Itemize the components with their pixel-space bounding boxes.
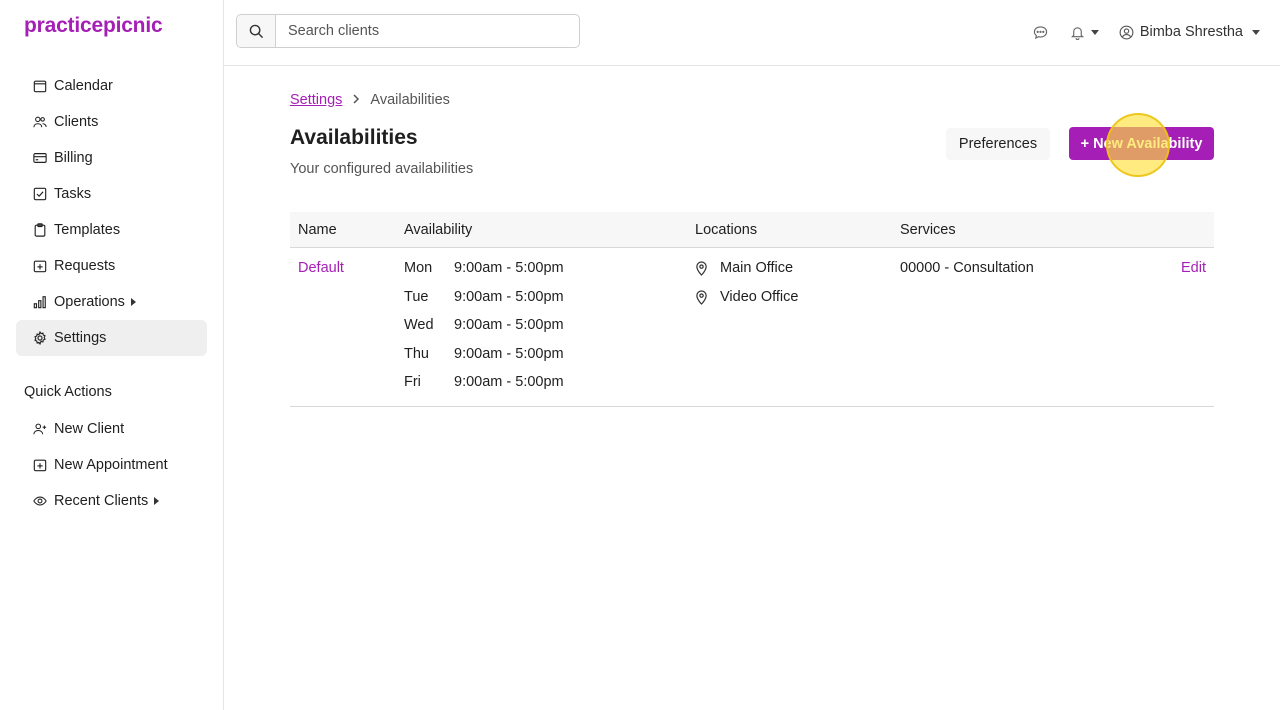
sidebar-item-tasks[interactable]: Tasks (16, 176, 207, 212)
day-hours: 9:00am - 5:00pm (454, 260, 564, 276)
sidebar-item-label: Requests (54, 258, 116, 274)
quick-actions: New Client New Appointment Recent Client… (16, 411, 207, 519)
day-label: Wed (404, 317, 434, 333)
quick-action-recent-clients[interactable]: Recent Clients (16, 483, 207, 519)
breadcrumb-settings-link[interactable]: Settings (290, 92, 342, 108)
bell-icon (1070, 26, 1084, 40)
caret-right-icon (154, 497, 160, 505)
table-row: Default Mon 9:00am - 5:00pm Tue 9:00am -… (290, 248, 1214, 407)
location-name: Video Office (720, 288, 799, 305)
location-item: Main Office (695, 260, 798, 289)
breadcrumb-current: Availabilities (370, 92, 450, 108)
schedule-day: Wed 9:00am - 5:00pm (404, 317, 564, 346)
eye-icon (32, 494, 47, 509)
availabilities-table: Name Availability Locations Services Def… (290, 212, 1214, 407)
search-input[interactable] (276, 15, 579, 47)
column-header-availability: Availability (404, 222, 473, 238)
sidebar-item-settings[interactable]: Settings (16, 320, 207, 356)
notifications-button[interactable] (1070, 25, 1099, 40)
schedule-day: Mon 9:00am - 5:00pm (404, 260, 564, 289)
sidebar-item-label: Operations (54, 294, 125, 310)
sidebar-item-label: Settings (54, 330, 107, 346)
day-label: Thu (404, 345, 429, 362)
user-avatar-icon (1119, 25, 1134, 39)
availability-schedule: Mon 9:00am - 5:00pm Tue 9:00am - 5:00pm … (404, 260, 564, 403)
quick-action-new-client[interactable]: New Client (16, 411, 207, 447)
column-header-name: Name (298, 222, 337, 238)
calendar-plus-icon (32, 458, 47, 473)
credit-card-icon (32, 151, 47, 166)
column-header-services: Services (900, 222, 956, 238)
sidebar-item-label: Billing (54, 150, 93, 166)
sidebar: practicepicnic Calendar Clients Billing … (0, 0, 224, 710)
day-label: Tue (404, 288, 429, 305)
page-subtitle: Your configured availabilities (290, 161, 474, 177)
schedule-day: Fri 9:00am - 5:00pm (404, 374, 564, 403)
preferences-button[interactable]: Preferences (946, 128, 1050, 160)
day-hours: 9:00am - 5:00pm (454, 345, 564, 362)
day-hours: 9:00am - 5:00pm (454, 374, 564, 390)
user-name: Bimba Shrestha (1139, 24, 1243, 40)
sidebar-item-calendar[interactable]: Calendar (16, 68, 207, 104)
sidebar-item-label: Tasks (54, 186, 92, 202)
breadcrumb: Settings Availabilities (290, 92, 450, 108)
availability-name-link[interactable]: Default (298, 260, 344, 276)
schedule-day: Thu 9:00am - 5:00pm (404, 346, 564, 375)
page-title: Availabilities (290, 126, 418, 149)
schedule-day: Tue 9:00am - 5:00pm (404, 289, 564, 318)
day-hours: 9:00am - 5:00pm (454, 317, 564, 333)
sidebar-item-templates[interactable]: Templates (16, 212, 207, 248)
day-label: Fri (404, 374, 421, 390)
map-pin-icon (695, 289, 709, 305)
quick-actions-title: Quick Actions (24, 384, 112, 400)
day-hours: 9:00am - 5:00pm (454, 288, 564, 305)
sidebar-item-clients[interactable]: Clients (16, 104, 207, 140)
day-label: Mon (404, 260, 433, 276)
sidebar-nav: Calendar Clients Billing Tasks Templates (16, 68, 207, 356)
clipboard-icon (32, 223, 47, 238)
search-box (236, 14, 580, 48)
caret-down-icon (1090, 29, 1099, 35)
sidebar-item-label: Calendar (54, 78, 113, 94)
messages-button[interactable] (1033, 25, 1048, 40)
users-icon (32, 115, 47, 130)
edit-availability-link[interactable]: Edit (1181, 260, 1206, 276)
quick-action-label: New Appointment (54, 457, 168, 473)
location-item: Video Office (695, 289, 798, 318)
map-pin-icon (695, 260, 709, 276)
plus-square-icon (32, 259, 47, 274)
availability-locations: Main Office Video Office (695, 260, 798, 317)
calendar-icon (32, 79, 47, 94)
sidebar-item-label: Templates (54, 222, 121, 238)
checkbox-icon (32, 187, 47, 202)
new-availability-button[interactable]: + New Availability (1069, 127, 1214, 160)
app-logo[interactable]: practicepicnic (24, 14, 163, 38)
search-icon (249, 24, 263, 38)
chevron-right-icon (352, 93, 360, 107)
bar-chart-icon (32, 295, 47, 310)
user-plus-icon (32, 422, 47, 437)
sidebar-item-billing[interactable]: Billing (16, 140, 207, 176)
quick-action-new-appointment[interactable]: New Appointment (16, 447, 207, 483)
sidebar-item-operations[interactable]: Operations (16, 284, 207, 320)
column-header-locations: Locations (695, 222, 758, 238)
sidebar-item-label: Clients (54, 114, 99, 130)
caret-right-icon (130, 298, 136, 306)
quick-action-label: New Client (54, 421, 125, 437)
top-right-controls: Bimba Shrestha (1017, 20, 1260, 44)
user-menu[interactable]: Bimba Shrestha (1119, 24, 1260, 40)
gear-icon (32, 331, 47, 346)
location-name: Main Office (720, 260, 794, 276)
availability-services: 00000 - Consultation (900, 260, 1034, 276)
table-header: Name Availability Locations Services (290, 212, 1214, 248)
caret-down-icon (1252, 29, 1260, 35)
top-bar: Bimba Shrestha (224, 0, 1280, 66)
sidebar-item-requests[interactable]: Requests (16, 248, 207, 284)
search-button[interactable] (237, 15, 276, 47)
quick-action-label: Recent Clients (54, 493, 149, 509)
chat-bubble-icon (1033, 25, 1047, 39)
